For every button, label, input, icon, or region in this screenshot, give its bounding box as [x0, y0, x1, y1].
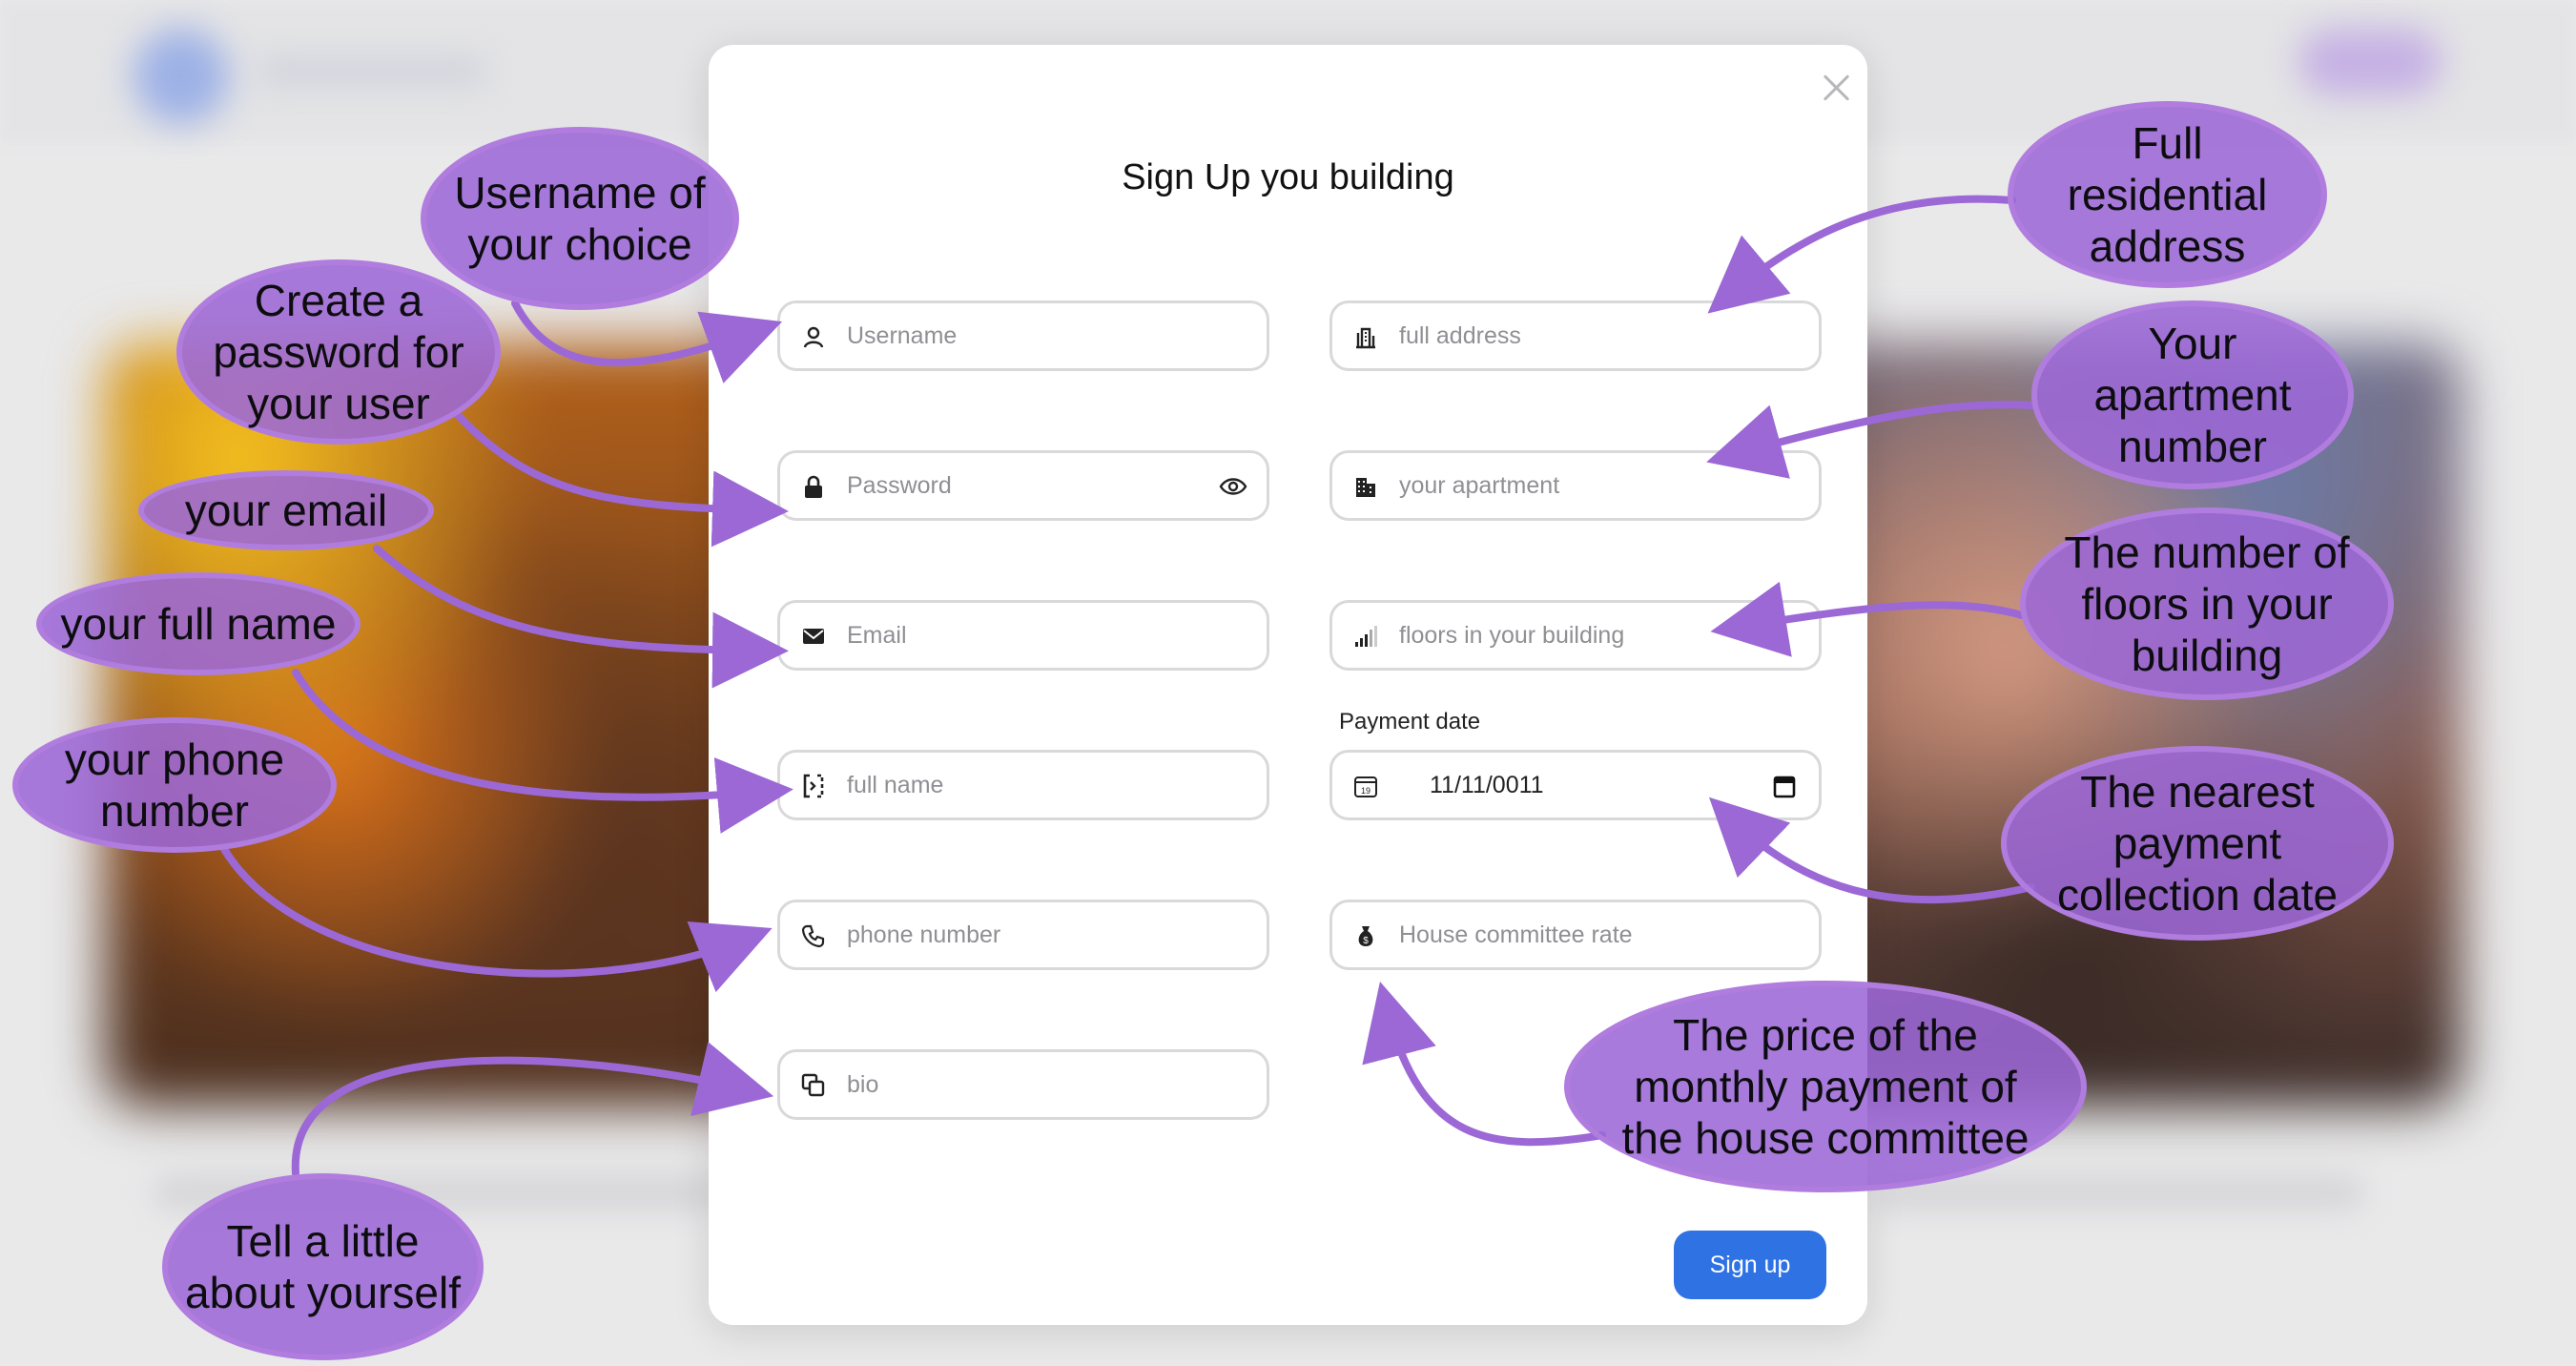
annotation-username: Username of your choice	[421, 127, 739, 310]
annotation-full-name: your full name	[36, 572, 361, 675]
annotation-password: Create a password for your user	[176, 259, 501, 445]
arrow-password	[454, 411, 789, 548]
annotation-floors: The number of floors in your building	[2020, 507, 2394, 700]
annotation-phone: your phone number	[12, 717, 337, 853]
annotation-committee: The price of the monthly payment of the …	[1564, 981, 2087, 1192]
annotation-payment: The nearest payment collection date	[2001, 746, 2394, 941]
arrow-address	[1707, 195, 2016, 314]
arrow-floors	[1710, 581, 2026, 657]
annotation-apartment: Your apartment number	[2031, 300, 2354, 489]
arrow-phone	[220, 845, 773, 993]
arrow-bio	[291, 1042, 774, 1177]
arrow-payment	[1708, 797, 2035, 904]
arrow-full-name	[292, 669, 793, 834]
annotation-address: Full residential address	[2008, 101, 2327, 288]
annotation-bio: Tell a little about yourself	[162, 1173, 484, 1360]
arrow-username	[511, 300, 783, 383]
arrow-apartment	[1706, 401, 2035, 479]
annotation-email: your email	[138, 470, 434, 550]
arrow-email	[373, 545, 789, 689]
